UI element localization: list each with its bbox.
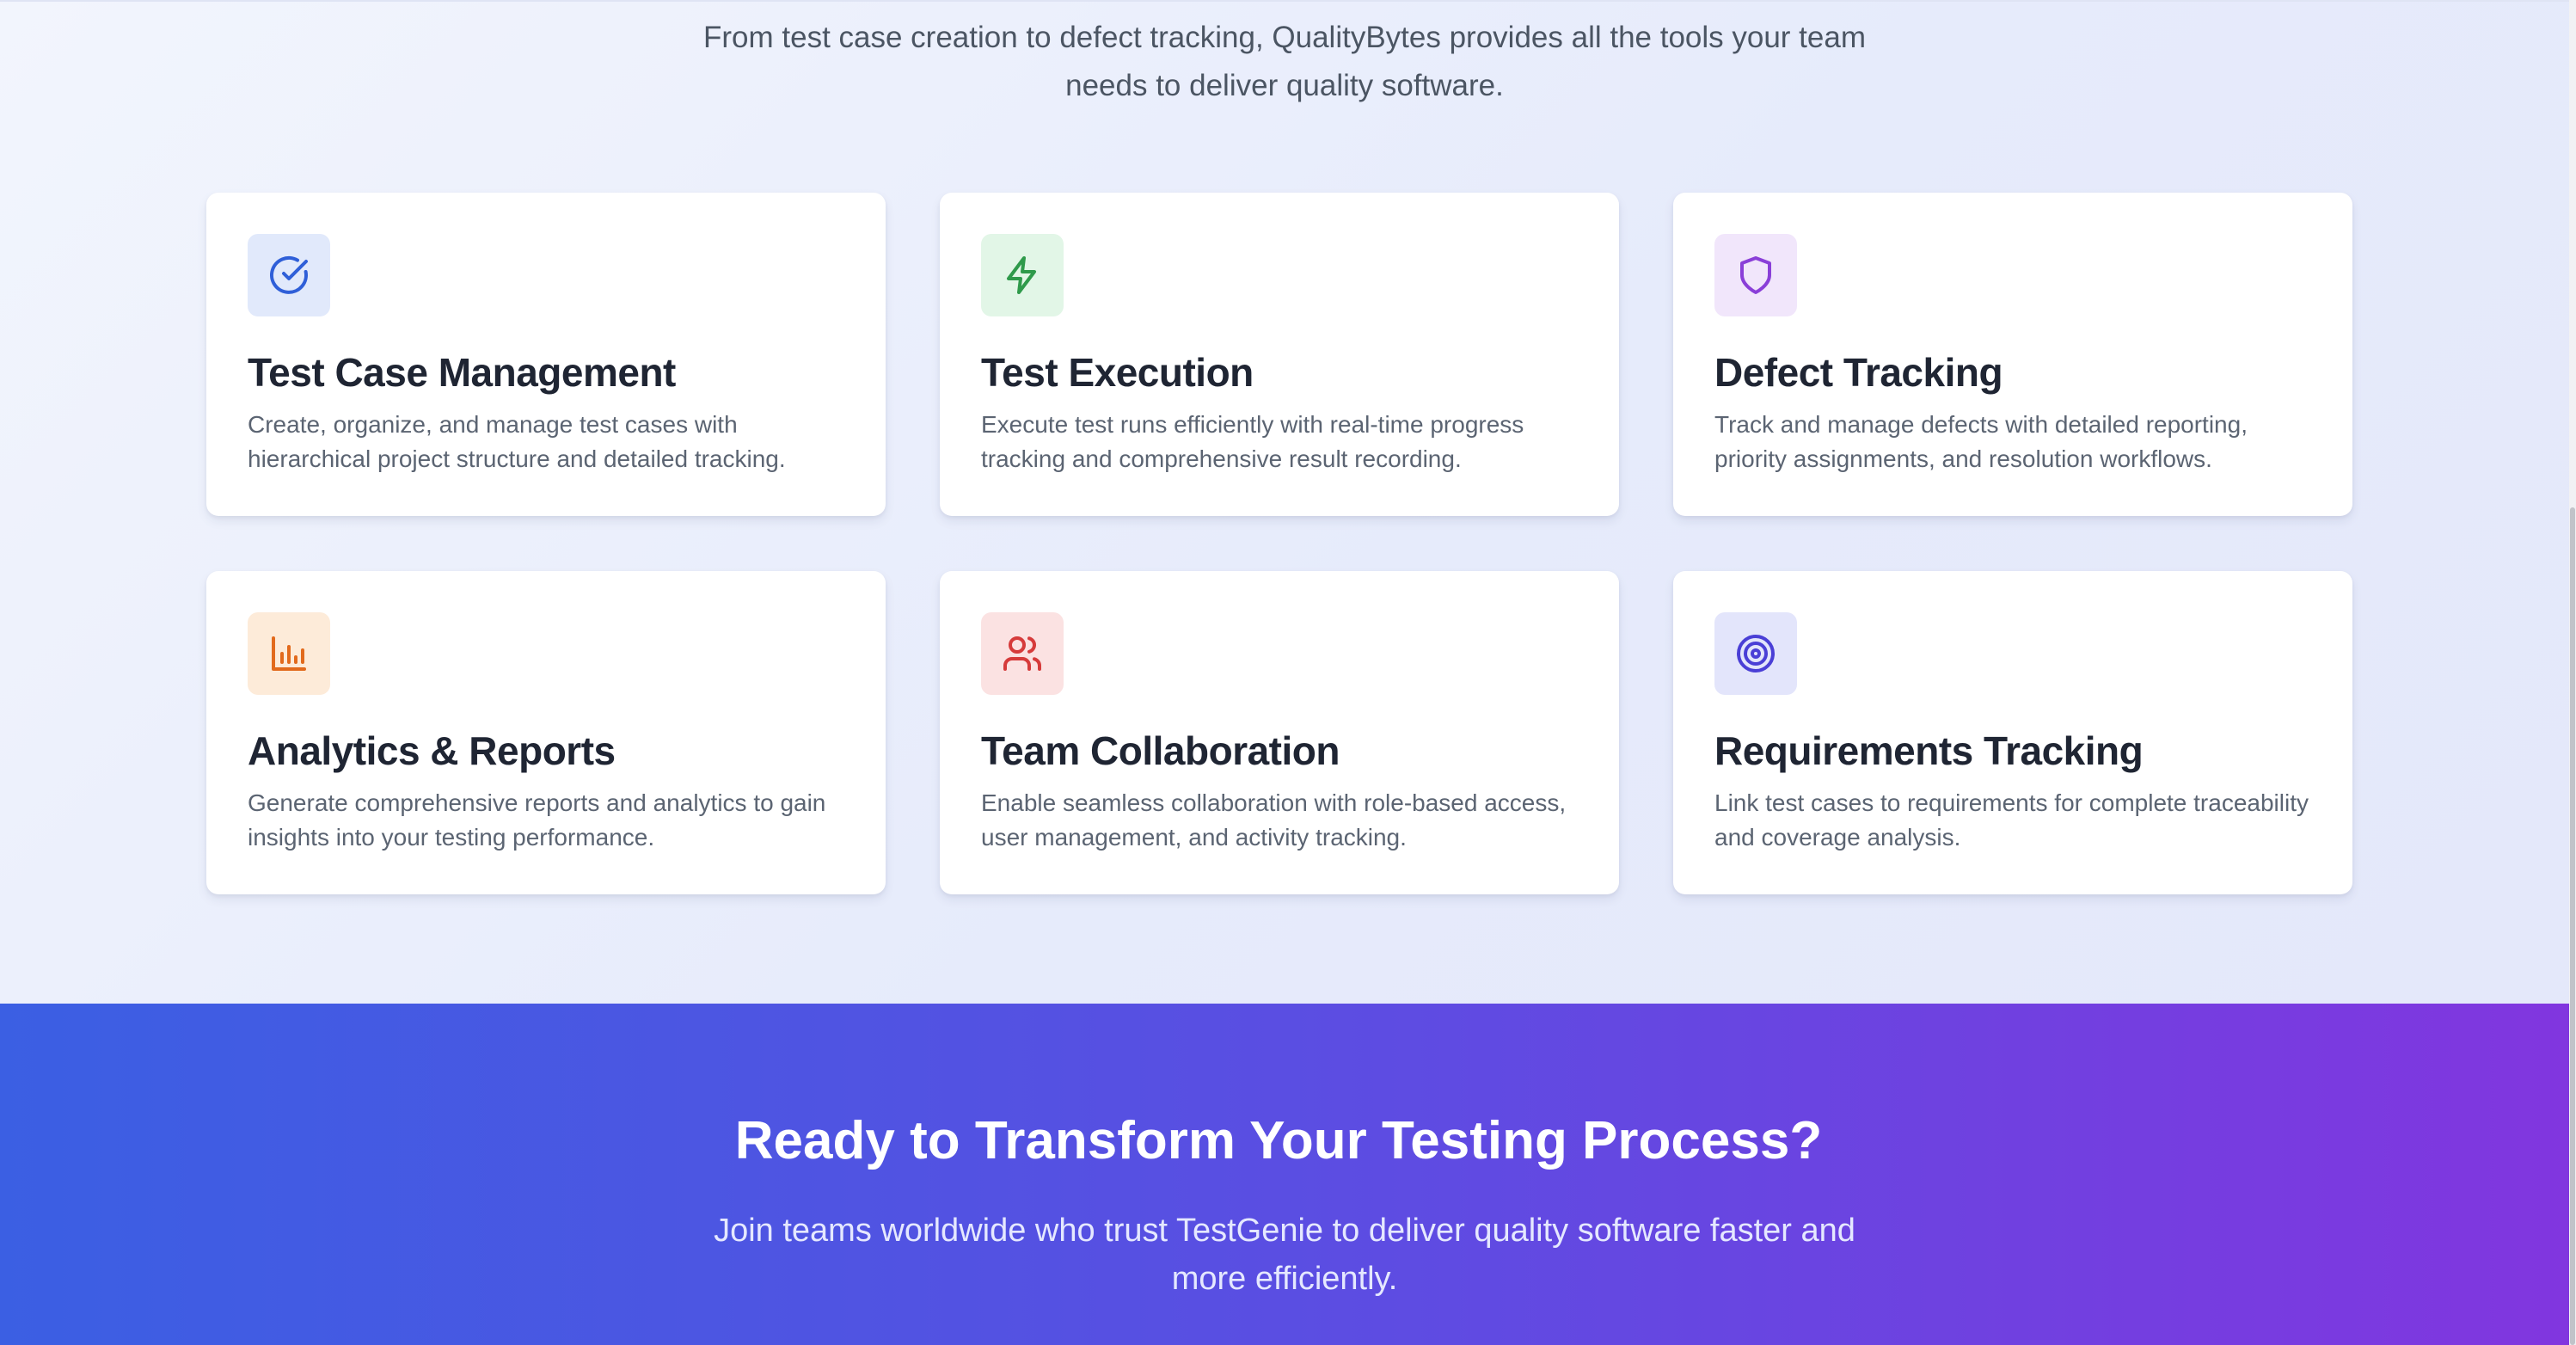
features-subtitle: From test case creation to defect tracki… (703, 21, 1866, 102)
check-circle-icon (270, 255, 308, 294)
feature-card-defect-tracking: Defect Tracking Track and manage defects… (1673, 193, 2352, 516)
cta-title: Ready to Transform Your Testing Process? (734, 1111, 1823, 1170)
cta-section: Ready to Transform Your Testing Process?… (0, 1004, 2569, 1345)
feature-description: Execute test runs efficiently with real-… (981, 411, 1524, 472)
feature-description: Generate comprehensive reports and analy… (248, 789, 826, 851)
lightning-bolt-icon (1007, 256, 1036, 294)
bar-chart-icon (272, 636, 306, 671)
feature-card-test-case-management: Test Case Management Create, organize, a… (206, 193, 886, 516)
feature-title: Test Case Management (248, 350, 676, 395)
cta-text: Join teams worldwide who trust TestGenie… (714, 1213, 1855, 1297)
feature-card-team-collaboration: Team Collaboration Enable seamless colla… (940, 571, 1619, 894)
feature-title: Defect Tracking (1714, 350, 2003, 395)
feature-description: Link test cases to requirements for comp… (1714, 789, 2309, 851)
shield-icon (1740, 256, 1771, 294)
feature-icon-box (1714, 612, 1797, 695)
feature-description: Track and manage defects with detailed r… (1714, 411, 2248, 472)
feature-description: Create, organize, and manage test cases … (248, 411, 786, 472)
feature-icon-box (248, 234, 330, 316)
feature-card-test-execution: Test Execution Execute test runs efficie… (940, 193, 1619, 516)
feature-icon-box (1714, 234, 1797, 316)
feature-title: Analytics & Reports (248, 728, 616, 773)
target-icon (1737, 635, 1775, 672)
feature-icon-box (981, 234, 1064, 316)
feature-title: Test Execution (981, 350, 1254, 395)
feature-icon-box (248, 612, 330, 695)
feature-title: Team Collaboration (981, 728, 1340, 773)
users-icon (1003, 636, 1041, 671)
landing-page: From test case creation to defect tracki… (0, 0, 2569, 1345)
scrollbar-thumb[interactable] (2570, 507, 2575, 1345)
feature-description: Enable seamless collaboration with role-… (981, 789, 1567, 851)
features-section: From test case creation to defect tracki… (0, 0, 2569, 1004)
feature-card-analytics-reports: Analytics & Reports Generate comprehensi… (206, 571, 886, 894)
feature-title: Requirements Tracking (1714, 728, 2144, 773)
feature-card-requirements-tracking: Requirements Tracking Link test cases to… (1673, 571, 2352, 894)
feature-icon-box (981, 612, 1064, 695)
